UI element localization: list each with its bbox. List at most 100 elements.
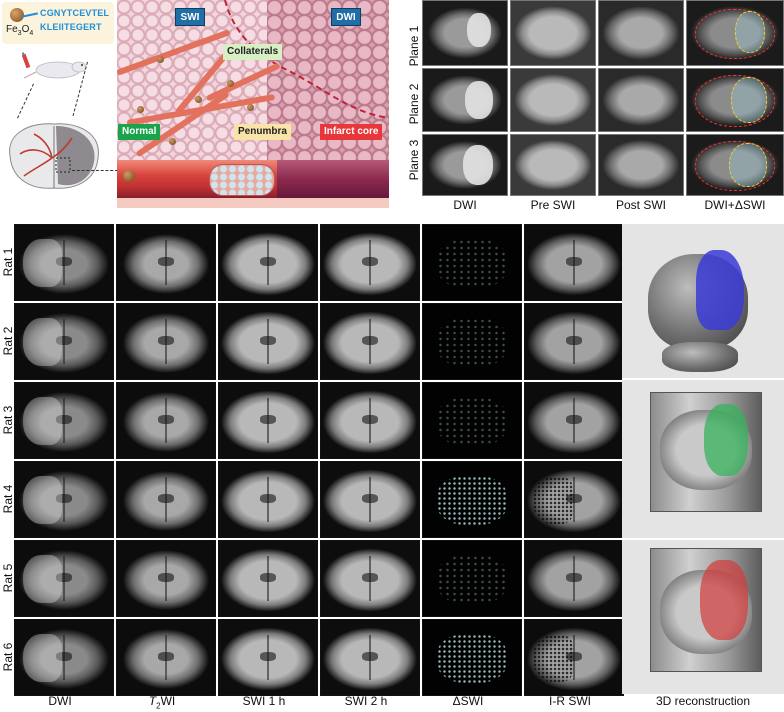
rat-mri-image (524, 540, 624, 617)
rat-mri-image (116, 224, 216, 301)
rat-label: Rat 2 (1, 326, 15, 356)
rat-mri-image (218, 540, 318, 617)
rat-mri-image (320, 303, 420, 380)
mri-image (422, 134, 508, 196)
rat-mri-image (524, 382, 624, 459)
column-label: DWI (48, 694, 72, 708)
plane-label: Plane 3 (407, 139, 421, 181)
rat-mri-image (320, 619, 420, 696)
nanoparticle-dot (137, 106, 144, 113)
zoom-line (17, 83, 34, 119)
peptide-sequence-line1: CGNYTCEVTEL (40, 8, 110, 18)
rat-mri-image (14, 224, 114, 301)
column-label: T2WI (148, 694, 176, 711)
rat-mri-image (218, 619, 318, 696)
rat-mri-image (14, 303, 114, 380)
rat-mri-image (14, 540, 114, 617)
rat-icon (22, 52, 87, 79)
column-label: Post SWI (615, 198, 666, 212)
plane-label: Plane 2 (407, 83, 421, 125)
nanoparticle-dot (123, 170, 135, 182)
rat-mri-image (422, 303, 522, 380)
nanoparticle-dot (247, 104, 254, 111)
nanoparticle-label: Fe3O4 (6, 24, 34, 37)
column-label: SWI 1 h (242, 694, 286, 708)
penumbra-illustration: SWI DWI Collaterals Normal Penumbra Infa… (117, 0, 389, 208)
mri-overlay-image (686, 134, 784, 196)
normal-label: Normal (118, 124, 161, 140)
mri-overlay-image (686, 0, 784, 66)
mri-image (598, 134, 684, 196)
nanoparticle-dot (169, 138, 176, 145)
lesion-volume-blue (696, 250, 744, 330)
panel-divider (622, 538, 784, 540)
rat-mri-image (524, 224, 624, 301)
rat-label: Rat 5 (1, 563, 15, 593)
penumbra-label: Penumbra (234, 124, 291, 140)
mri-image (422, 0, 508, 66)
rat-mri-image (14, 619, 114, 696)
mri-image (598, 0, 684, 66)
column-label: SWI 2 h (344, 694, 388, 708)
mri-image (510, 68, 596, 132)
skull-base (662, 342, 738, 372)
nanoprobe-box: Fe3O4 CGNYTCEVTEL KLEIITEGERT (2, 2, 114, 44)
mri-image (422, 68, 508, 132)
peptide-sequence-line2: KLEIITEGERT (40, 22, 102, 32)
rat-mri-image (320, 224, 420, 301)
nanoparticle-dot (195, 96, 202, 103)
panel-divider (622, 378, 784, 380)
rat-mri-image (422, 224, 522, 301)
rat-label: Rat 1 (1, 247, 15, 277)
rat-label: Rat 6 (1, 642, 15, 672)
lesion-volume-red (700, 560, 748, 640)
rat-mri-image (422, 619, 522, 696)
rat-mri-image (218, 224, 318, 301)
lesion-volume-green (704, 404, 748, 476)
plane-label: Plane 1 (407, 25, 421, 67)
rat-mri-image (320, 382, 420, 459)
column-label: I-R SWI (549, 694, 591, 708)
brain-vessel-icon (9, 123, 99, 189)
rat-mri-image (14, 461, 114, 538)
mri-image (510, 134, 596, 196)
rat-mri-image (116, 540, 216, 617)
column-label: DWI+ΔSWI (704, 198, 766, 212)
rat-mri-image (320, 461, 420, 538)
rat-label: Rat 4 (1, 484, 15, 514)
column-label: 3D reconstruction (655, 694, 751, 708)
rat-mri-image (422, 540, 522, 617)
rat-mri-image (218, 382, 318, 459)
mri-image (510, 0, 596, 66)
rat-label: Rat 3 (1, 405, 15, 435)
mri-image (598, 68, 684, 132)
rat-mri-image (524, 303, 624, 380)
dwi-scanner-label: DWI (331, 8, 361, 26)
infarct-core-label: Infarct core (320, 124, 383, 140)
rat-mri-image (320, 540, 420, 617)
peptide-linker (21, 12, 39, 18)
rat-mri-image (116, 461, 216, 538)
rat-mri-image (422, 461, 522, 538)
collaterals-label: Collaterals (223, 44, 283, 60)
rat-mri-image (218, 303, 318, 380)
zoom-line (72, 170, 118, 171)
column-label: ΔSWI (452, 694, 484, 708)
nanoparticle-dot (227, 80, 234, 87)
rat-mri-image (116, 619, 216, 696)
nanoparticle-dot (157, 56, 164, 63)
rat-mri-image (422, 382, 522, 459)
column-label: DWI (453, 198, 477, 212)
swi-scanner-label: SWI (175, 8, 205, 26)
occluded-artery (277, 160, 389, 198)
schematic-panel: Fe3O4 CGNYTCEVTEL KLEIITEGERT (0, 0, 118, 208)
rat-mri-image (218, 461, 318, 538)
mri-overlay-image (686, 68, 784, 132)
vessel-wall (117, 198, 389, 208)
rat-mri-image (524, 619, 624, 696)
rat-mri-image (14, 382, 114, 459)
column-label: Pre SWI (530, 198, 576, 212)
rat-mri-image (116, 382, 216, 459)
thrombus (209, 164, 275, 196)
rat-mri-image (524, 461, 624, 538)
